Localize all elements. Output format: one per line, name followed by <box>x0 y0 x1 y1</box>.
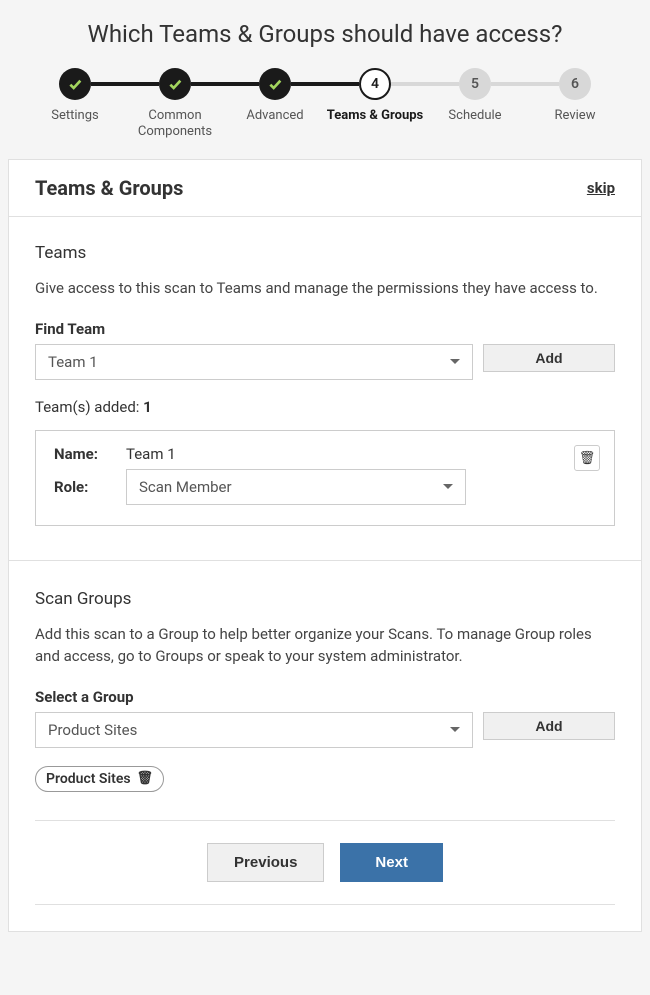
check-icon <box>267 76 283 92</box>
select-group-value: Product Sites <box>48 721 137 739</box>
step-settings: Settings <box>25 68 125 124</box>
team-role-select[interactable]: Scan Member <box>126 469 466 505</box>
scan-groups-description: Add this scan to a Group to help better … <box>35 623 615 668</box>
navigation-buttons: Previous Next <box>35 843 615 882</box>
previous-button[interactable]: Previous <box>207 843 324 882</box>
teams-added-count: 1 <box>143 398 152 416</box>
team-card: 🗑 Name: Team 1 Role: Scan Member <box>35 430 615 526</box>
find-team-label: Find Team <box>35 320 615 338</box>
step-circle-done <box>59 68 91 100</box>
chevron-down-icon <box>450 727 460 732</box>
bottom-divider <box>35 820 615 821</box>
panel-body: Teams Give access to this scan to Teams … <box>9 217 641 931</box>
next-button[interactable]: Next <box>340 843 443 882</box>
panel-header: Teams & Groups skip <box>9 160 641 217</box>
step-connector <box>291 82 359 86</box>
find-team-select[interactable]: Team 1 <box>35 344 473 380</box>
step-label: Settings <box>51 108 98 124</box>
group-chip-label: Product Sites <box>46 771 131 787</box>
step-connector <box>491 82 559 86</box>
panel-title: Teams & Groups <box>35 176 183 200</box>
step-label: Review <box>555 108 596 124</box>
group-chip[interactable]: Product Sites 🗑 <box>35 766 164 792</box>
teams-section-description: Give access to this scan to Teams and ma… <box>35 277 615 300</box>
step-schedule: 5 Schedule <box>425 68 525 124</box>
page-title: Which Teams & Groups should have access? <box>20 20 630 48</box>
chevron-down-icon <box>443 484 453 489</box>
section-divider <box>9 560 641 561</box>
check-icon <box>67 76 83 92</box>
step-review: 6 Review <box>525 68 625 124</box>
team-name-label: Name: <box>54 445 116 463</box>
teams-added-label: Team(s) added: 1 <box>35 398 615 416</box>
footer-divider <box>35 904 615 905</box>
step-teams-groups: 4 Teams & Groups <box>325 68 425 124</box>
step-connector <box>91 82 159 86</box>
add-group-button[interactable]: Add <box>483 712 615 740</box>
scan-groups-title: Scan Groups <box>35 589 615 609</box>
step-circle-future: 5 <box>459 68 491 100</box>
check-icon <box>167 76 183 92</box>
step-label: Schedule <box>448 108 501 124</box>
add-team-button[interactable]: Add <box>483 344 615 372</box>
step-label: Teams & Groups <box>327 108 423 124</box>
main-panel: Teams & Groups skip Teams Give access to… <box>8 159 642 932</box>
wizard-stepper: Settings Common Components Advanced 4 Te… <box>20 68 630 139</box>
team-role-value: Scan Member <box>139 478 232 496</box>
step-label: Advanced <box>246 108 303 124</box>
step-circle-done <box>259 68 291 100</box>
step-circle-current: 4 <box>359 68 391 100</box>
step-circle-future: 6 <box>559 68 591 100</box>
trash-icon: 🗑 <box>579 450 596 466</box>
chevron-down-icon <box>450 359 460 364</box>
step-label: Common Components <box>125 108 225 139</box>
step-connector <box>191 82 259 86</box>
teams-section-title: Teams <box>35 243 615 263</box>
team-name-value: Team 1 <box>126 445 176 463</box>
find-team-value: Team 1 <box>48 353 98 371</box>
step-common-components: Common Components <box>125 68 225 139</box>
select-group-label: Select a Group <box>35 688 615 706</box>
remove-team-button[interactable]: 🗑 <box>574 445 600 471</box>
teams-section: Teams Give access to this scan to Teams … <box>35 243 615 526</box>
skip-link[interactable]: skip <box>587 179 615 197</box>
step-circle-done <box>159 68 191 100</box>
step-connector <box>391 82 459 86</box>
trash-icon: 🗑 <box>137 771 154 786</box>
select-group-select[interactable]: Product Sites <box>35 712 473 748</box>
teams-added-text: Team(s) added: <box>35 398 139 416</box>
step-advanced: Advanced <box>225 68 325 124</box>
team-role-label: Role: <box>54 478 116 496</box>
scan-groups-section: Scan Groups Add this scan to a Group to … <box>35 589 615 792</box>
